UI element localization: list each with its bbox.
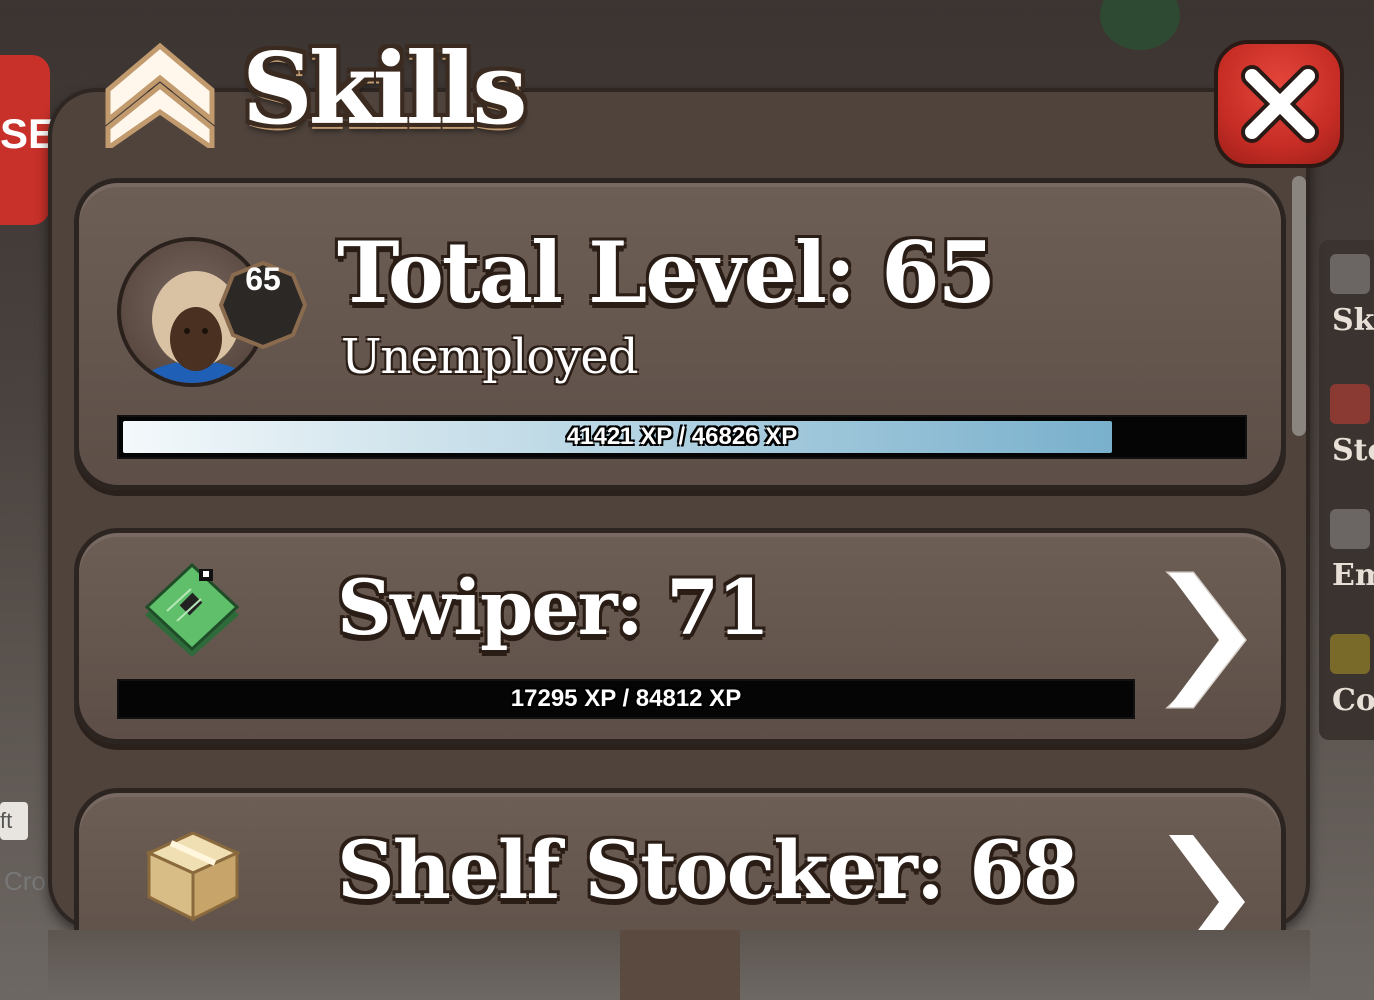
scrollbar[interactable] (1292, 176, 1306, 436)
emote-icon (1330, 509, 1370, 549)
skill-xp-bar: 17295 XP / 84812 XP (117, 679, 1135, 719)
skill-title: Swiper: 71 (337, 563, 770, 652)
side-menu-store[interactable]: Sto (1322, 370, 1374, 480)
total-xp-bar: 41421 XP / 46826 XP (117, 415, 1247, 459)
total-xp-text: 41421 XP / 46826 XP (566, 423, 798, 450)
circuit-board-icon (144, 562, 240, 657)
side-menu: Ski Sto Emo Coo (1319, 240, 1374, 740)
store-icon (1330, 384, 1370, 424)
skill-xp-text: 17295 XP / 84812 XP (510, 685, 742, 712)
close-button[interactable] (1214, 40, 1344, 168)
barcode-icon (1330, 634, 1370, 674)
job-title: Unemployed (341, 329, 639, 385)
close-icon (1241, 65, 1319, 143)
total-level-title: Total Level: 65 (337, 223, 996, 322)
background-left-tag: ft (0, 802, 28, 840)
level-badge-text: 65 (245, 261, 281, 297)
cardboard-box-icon (145, 831, 241, 922)
skills-icon (1330, 254, 1370, 294)
background-character-arm (620, 930, 740, 1000)
side-menu-label: Coo (1332, 683, 1374, 718)
total-level-card: 65 Total Level: 65 Unemployed 41421 XP /… (74, 178, 1286, 490)
background-left-text: Cro (4, 866, 46, 896)
side-menu-emotes[interactable]: Emo (1322, 495, 1374, 605)
side-menu-label: Sto (1332, 433, 1374, 468)
level-badge: 65 (218, 260, 308, 350)
chevron-right-icon[interactable] (1159, 565, 1249, 715)
background-money-icon (1100, 0, 1180, 50)
side-menu-codes[interactable]: Coo (1322, 620, 1374, 730)
side-menu-label: Emo (1332, 558, 1374, 593)
skill-title: Shelf Stocker: 68 (337, 823, 1078, 917)
panel-title: Skills (242, 32, 528, 147)
skill-card-swiper[interactable]: Swiper: 71 17295 XP / 84812 XP (74, 528, 1286, 744)
side-menu-skills[interactable]: Ski (1322, 240, 1374, 350)
side-menu-label: Ski (1332, 303, 1374, 338)
rank-up-chevrons-icon (105, 42, 215, 148)
